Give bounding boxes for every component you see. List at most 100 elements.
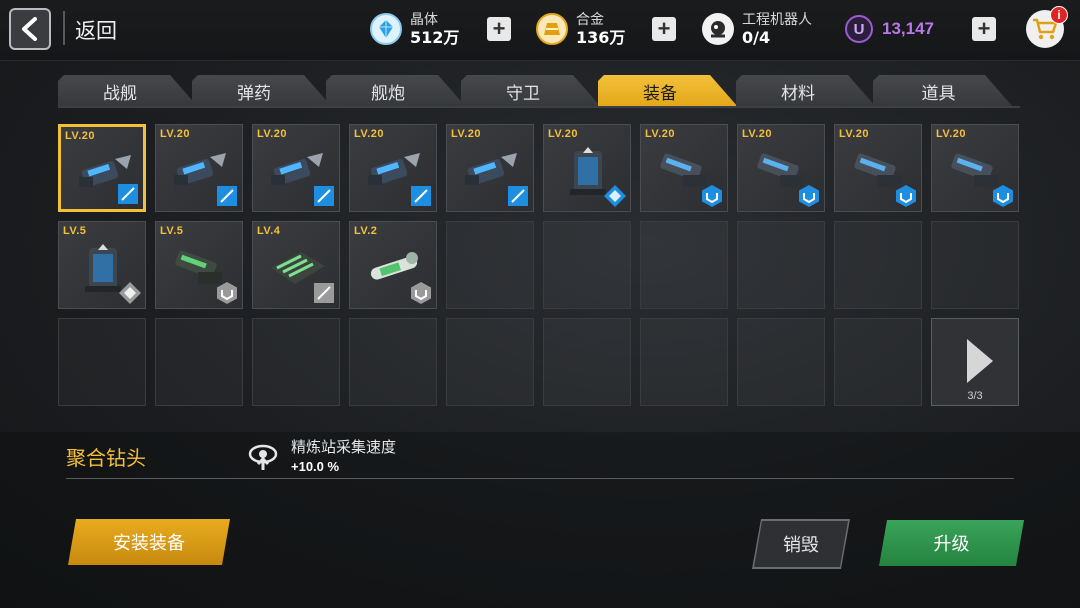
add-alloy-button[interactable]: +	[652, 17, 676, 41]
empty-slot	[155, 318, 243, 406]
crystal-icon	[370, 13, 402, 45]
rarity-hex-icon	[992, 185, 1014, 207]
rarity-square-icon	[216, 185, 238, 207]
item-level: LV.20	[936, 128, 967, 140]
resource-label: 晶体	[410, 12, 438, 28]
inventory-slot[interactable]: LV.20	[737, 124, 825, 212]
next-page-button[interactable]: 3/3	[931, 318, 1019, 406]
empty-slot	[349, 318, 437, 406]
item-level: LV.20	[257, 128, 288, 140]
resource-alloy: 合金 136万	[536, 6, 625, 52]
tab-ammo[interactable]: 弹药	[192, 75, 332, 107]
rarity-square-icon	[313, 282, 335, 304]
detail-divider	[66, 478, 1014, 479]
robot-icon	[702, 13, 734, 45]
alloy-icon	[536, 13, 568, 45]
add-premium-button[interactable]: +	[972, 17, 996, 41]
refinery-icon	[247, 442, 279, 472]
item-level: LV.4	[257, 225, 281, 237]
empty-slot	[834, 221, 922, 309]
tabs-underline	[58, 106, 1020, 108]
empty-slot	[252, 318, 340, 406]
inventory-slot[interactable]: LV.20	[349, 124, 437, 212]
arrow-right-icon	[967, 339, 993, 383]
page-indicator: 3/3	[967, 390, 983, 402]
empty-slot	[834, 318, 922, 406]
resource-crystal: 晶体 512万	[370, 6, 459, 52]
empty-slot	[446, 318, 534, 406]
resource-value: 512万	[410, 28, 460, 47]
tab-props[interactable]: 道具	[873, 75, 1013, 107]
stat-name: 精炼站采集速度	[291, 438, 397, 456]
empty-slot	[640, 221, 728, 309]
item-level: LV.20	[645, 128, 676, 140]
inventory-slot[interactable]: LV.20	[58, 124, 146, 212]
rarity-square-icon	[507, 185, 529, 207]
plus-icon: +	[977, 16, 991, 41]
item-level: LV.20	[742, 128, 773, 140]
item-level: LV.20	[451, 128, 482, 140]
premium-currency-icon: U	[845, 15, 873, 43]
empty-slot	[737, 221, 825, 309]
inventory-slot[interactable]: LV.20	[446, 124, 534, 212]
plus-icon: +	[492, 16, 506, 41]
inventory-slot[interactable]: LV.5	[155, 221, 243, 309]
top-bar: 返回 晶体 512万 + 合金 136万 + 工程机器人 0/4 U 13,14…	[0, 0, 1080, 61]
stat-value: +10.0 %	[291, 459, 340, 474]
notification-badge: i	[1050, 6, 1068, 24]
chevron-left-icon	[22, 17, 37, 41]
item-name: 聚合钻头	[66, 446, 146, 470]
item-level: LV.5	[160, 225, 184, 237]
rarity-diamond-icon	[119, 282, 141, 304]
back-label[interactable]: 返回	[75, 15, 117, 45]
item-level: LV.2	[354, 225, 378, 237]
resource-value: 0/4	[742, 28, 771, 47]
rarity-hex-icon	[410, 282, 432, 304]
inventory-slot[interactable]: LV.4	[252, 221, 340, 309]
install-equipment-button[interactable]: 安装装备	[68, 519, 230, 565]
inventory-slot[interactable]: LV.20	[931, 124, 1019, 212]
item-level: LV.20	[65, 130, 96, 142]
inventory-slot[interactable]: LV.5	[58, 221, 146, 309]
resource-label: 工程机器人	[742, 12, 812, 28]
empty-slot	[446, 221, 534, 309]
plus-icon: +	[657, 16, 671, 41]
empty-slot	[931, 221, 1019, 309]
tab-materials[interactable]: 材料	[736, 75, 876, 107]
empty-slot	[640, 318, 728, 406]
rarity-hex-icon	[895, 185, 917, 207]
inventory-slot[interactable]: LV.20	[543, 124, 631, 212]
empty-slot	[58, 318, 146, 406]
rarity-diamond-icon	[604, 185, 626, 207]
empty-slot	[543, 318, 631, 406]
upgrade-button[interactable]: 升级	[879, 520, 1024, 566]
empty-slot	[543, 221, 631, 309]
item-level: LV.20	[354, 128, 385, 140]
empty-slot	[737, 318, 825, 406]
premium-currency-value: 13,147	[882, 19, 934, 38]
item-level: LV.20	[839, 128, 870, 140]
category-tabs: 战舰 弹药 舰炮 守卫 装备 材料 道具	[58, 75, 1020, 107]
back-button[interactable]	[9, 8, 51, 50]
inventory-slot[interactable]: LV.20	[252, 124, 340, 212]
rarity-square-icon	[313, 185, 335, 207]
rarity-hex-icon	[216, 282, 238, 304]
resource-value: 136万	[576, 28, 626, 47]
rarity-hex-icon	[701, 185, 723, 207]
divider	[63, 11, 65, 45]
rarity-hex-icon	[798, 185, 820, 207]
item-level: LV.5	[63, 225, 87, 237]
add-crystal-button[interactable]: +	[487, 17, 511, 41]
inventory-slot[interactable]: LV.2	[349, 221, 437, 309]
tab-guards[interactable]: 守卫	[461, 75, 601, 107]
tab-guns[interactable]: 舰炮	[326, 75, 466, 107]
destroy-button[interactable]: 销毁	[754, 521, 848, 567]
item-level: LV.20	[160, 128, 191, 140]
rarity-square-icon	[410, 185, 432, 207]
item-level: LV.20	[548, 128, 579, 140]
inventory-slot[interactable]: LV.20	[834, 124, 922, 212]
tab-equipment[interactable]: 装备	[598, 75, 738, 107]
inventory-slot[interactable]: LV.20	[640, 124, 728, 212]
inventory-slot[interactable]: LV.20	[155, 124, 243, 212]
tab-warships[interactable]: 战舰	[58, 75, 198, 107]
